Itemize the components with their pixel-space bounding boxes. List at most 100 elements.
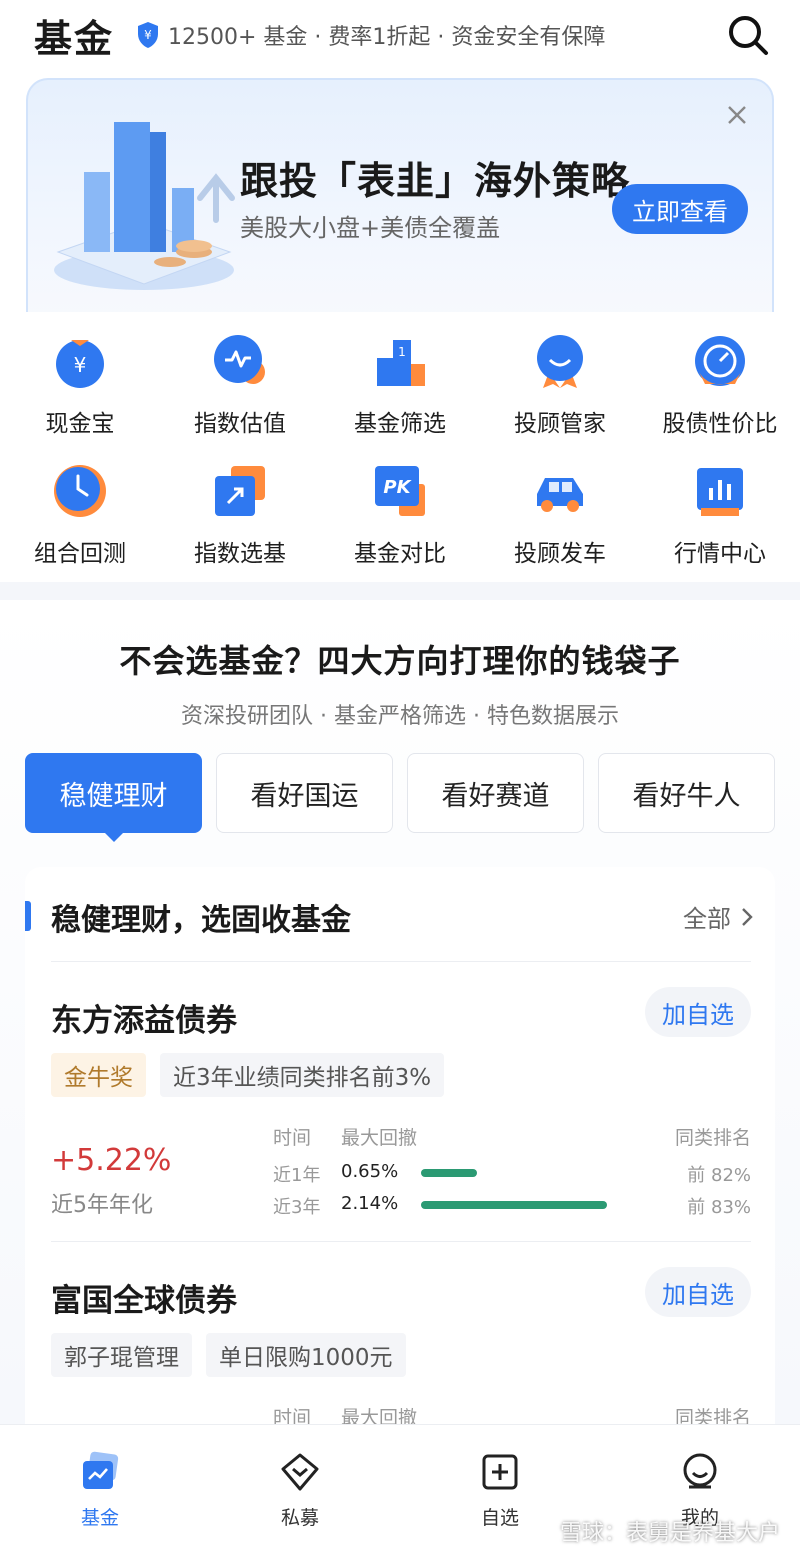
grid-item-advisor[interactable]: 投顾管家 xyxy=(480,318,640,438)
fund-item[interactable]: 东方添益债券 加自选 金牛奖 近3年业绩同类排名前3% +5.22% 近5年年化… xyxy=(51,987,751,1235)
shield-yuan-icon: ¥ xyxy=(138,22,159,48)
grid-item-fund-compare[interactable]: PK 基金对比 xyxy=(320,448,480,568)
drawdown-bar xyxy=(421,1201,607,1209)
header-tagline: 12500+ 基金 · 费率1折起 · 资金安全有保障 xyxy=(168,25,606,50)
svg-text:PK: PK xyxy=(383,477,412,498)
banner-subline: 美股大小盘+美债全覆盖 xyxy=(240,214,501,242)
add-watchlist-button[interactable]: 加自选 xyxy=(645,987,751,1037)
arrow-square-icon xyxy=(215,466,265,516)
grid-label: 现金宝 xyxy=(45,411,115,437)
nav-private[interactable]: 私募 xyxy=(240,1451,360,1530)
pk-icon: PK xyxy=(375,466,425,516)
grid-item-market-center[interactable]: 行情中心 xyxy=(640,448,800,568)
row-rank: 前 82% xyxy=(687,1165,751,1186)
clock-icon xyxy=(54,465,106,517)
grid-item-advisor-launch[interactable]: 投顾发车 xyxy=(480,448,640,568)
grid-label: 行情中心 xyxy=(674,541,766,567)
nav-watchlist[interactable]: 自选 xyxy=(440,1451,560,1530)
gauge-icon xyxy=(695,336,745,386)
svg-text:1: 1 xyxy=(398,345,406,359)
grid-item-backtest[interactable]: 组合回测 xyxy=(0,448,160,568)
col-rank: 同类排名 xyxy=(674,1127,751,1149)
grid-label: 指数估值 xyxy=(194,411,286,437)
car-icon xyxy=(537,478,583,512)
promo-banner[interactable]: 跟投「表韭」海外策略 美股大小盘+美债全覆盖 立即查看 xyxy=(26,78,774,318)
yuan-pouch-icon: ¥ xyxy=(56,340,104,388)
grid-label: 投顾发车 xyxy=(514,541,606,567)
card-accent-bar xyxy=(25,901,31,931)
fund-name: 富国全球债券 xyxy=(51,1283,237,1319)
pulse-icon xyxy=(214,335,265,384)
city-growth-illustration xyxy=(54,122,235,290)
fund-tags: 郭子琨管理 单日限购1000元 xyxy=(51,1333,420,1377)
divider xyxy=(51,1241,751,1242)
banner-headline: 跟投「表韭」海外策略 xyxy=(240,159,631,203)
fund-tags: 金牛奖 近3年业绩同类排名前3% xyxy=(51,1053,458,1097)
fund-card-icon xyxy=(83,1451,119,1489)
tab-manager[interactable]: 看好牛人 xyxy=(598,753,775,833)
view-all-link[interactable]: 全部 xyxy=(683,899,753,934)
search-icon[interactable] xyxy=(726,13,770,57)
profile-icon xyxy=(683,1453,717,1489)
annualized-return: +5.22% xyxy=(51,1143,172,1178)
grid-item-index-valuation[interactable]: 指数估值 xyxy=(160,318,320,438)
bar-chart-icon xyxy=(697,468,743,516)
nav-label: 基金 xyxy=(80,1507,119,1529)
tab-steady[interactable]: 稳健理财 xyxy=(25,753,202,842)
nav-fund[interactable]: 基金 xyxy=(40,1451,160,1530)
return-label: 近5年年化 xyxy=(51,1193,153,1218)
tab-national[interactable]: 看好国运 xyxy=(216,753,393,833)
quick-entry-grid: ¥ 现金宝 指数估值 1 基金筛选 投顾管家 股债性价比 组合回测 指数选基 P… xyxy=(0,312,800,582)
card-title: 稳健理财，选固收基金 xyxy=(51,903,351,938)
grid-item-cash[interactable]: ¥ 现金宝 xyxy=(0,318,160,438)
tab-sector[interactable]: 看好赛道 xyxy=(407,753,584,833)
direction-tabs: 稳健理财 看好国运 看好赛道 看好牛人 xyxy=(25,753,775,842)
nav-label: 私募 xyxy=(280,1507,319,1529)
row-drawdown: 0.65% xyxy=(341,1161,399,1182)
divider xyxy=(51,961,751,962)
row-period: 近3年 xyxy=(273,1197,321,1218)
section-title: 不会选基金？四大方向打理你的钱袋子 xyxy=(119,642,681,680)
view-all-label: 全部 xyxy=(683,905,731,933)
fund-name: 东方添益债券 xyxy=(51,1003,237,1039)
tag-award: 金牛奖 xyxy=(51,1053,146,1097)
col-drawdown: 最大回撤 xyxy=(341,1127,418,1149)
podium-icon: 1 xyxy=(377,340,425,386)
bottom-nav: 基金 私募 自选 我的 雪球：表舅是养基大户 xyxy=(0,1424,800,1552)
recommendation-section: 不会选基金？四大方向打理你的钱袋子 资深投研团队 · 基金严格筛选 · 特色数据… xyxy=(0,600,800,1467)
grid-item-fund-filter[interactable]: 1 基金筛选 xyxy=(320,318,480,438)
top-header: 基金 ¥ 12500+ 基金 · 费率1折起 · 资金安全有保障 xyxy=(0,0,800,70)
smile-medal-icon xyxy=(537,335,583,388)
grid-label: 基金筛选 xyxy=(354,411,446,437)
col-time: 时间 xyxy=(273,1127,312,1149)
row-drawdown: 2.14% xyxy=(341,1193,399,1214)
diamond-icon xyxy=(281,1453,319,1491)
grid-label: 股债性价比 xyxy=(662,411,778,437)
page-title: 基金 xyxy=(34,16,115,61)
fund-stats: +5.22% 近5年年化 时间 最大回撤 同类排名 近1年 0.65% 前 82… xyxy=(51,1123,751,1223)
grid-item-stock-bond-ratio[interactable]: 股债性价比 xyxy=(640,318,800,438)
chevron-right-icon xyxy=(742,907,753,926)
add-square-icon xyxy=(482,1454,518,1490)
grid-label: 投顾管家 xyxy=(514,411,606,437)
section-subtitle: 资深投研团队 · 基金严格筛选 · 特色数据展示 xyxy=(181,704,619,729)
add-watchlist-button[interactable]: 加自选 xyxy=(645,1267,751,1317)
grid-label: 基金对比 xyxy=(354,541,446,567)
tag-limit: 单日限购1000元 xyxy=(206,1333,406,1377)
view-now-button[interactable]: 立即查看 xyxy=(612,184,748,234)
svg-text:¥: ¥ xyxy=(74,353,87,377)
tag-rank: 近3年业绩同类排名前3% xyxy=(160,1053,445,1097)
row-rank: 前 83% xyxy=(687,1197,751,1218)
close-icon[interactable] xyxy=(724,102,750,128)
grid-label: 指数选基 xyxy=(194,541,286,567)
nav-label: 自选 xyxy=(480,1507,519,1529)
grid-item-index-pick[interactable]: 指数选基 xyxy=(160,448,320,568)
banner-wrap: 跟投「表韭」海外策略 美股大小盘+美债全覆盖 立即查看 xyxy=(0,70,800,318)
fund-card: 稳健理财，选固收基金 全部 东方添益债券 加自选 金牛奖 近3年业绩同类排名前3… xyxy=(25,867,775,1467)
grid-label: 组合回测 xyxy=(34,541,126,567)
watermark: 雪球：表舅是养基大户 xyxy=(559,1521,780,1546)
tag-manager: 郭子琨管理 xyxy=(51,1333,192,1377)
drawdown-bar xyxy=(421,1169,477,1177)
svg-text:¥: ¥ xyxy=(144,28,152,42)
row-period: 近1年 xyxy=(273,1165,321,1186)
